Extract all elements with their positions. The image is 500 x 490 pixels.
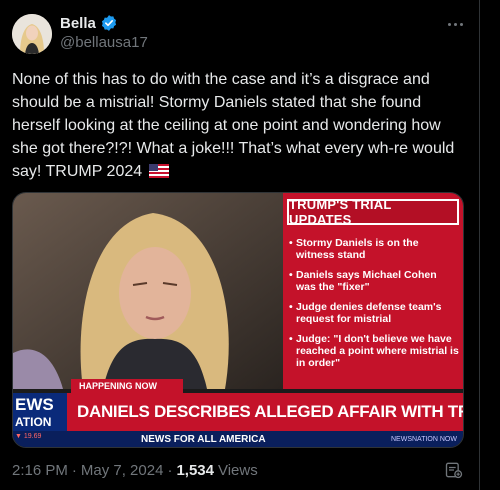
meta-separator: · [167,462,173,479]
update-item: Judge: "I don't believe we have reached … [289,333,459,369]
network-logo-bottom: ATION [15,415,52,429]
update-item: Judge denies defense team's request for … [289,301,459,325]
us-flag-icon [148,164,169,178]
chyron-headline: DANIELS DESCRIBES ALLEGED AFFAIR WITH TR… [67,393,463,431]
panel-title: TRUMP'S TRIAL UPDATES [287,197,459,227]
post-text-body: None of this has to do with the case and… [12,71,455,180]
views-count: 1,534 [176,462,214,479]
ticker-text: NEWS FOR ALL AMERICA [141,434,266,445]
update-item: Stormy Daniels is on the witness stand [289,237,459,261]
more-options-icon[interactable] [442,14,468,34]
post-date[interactable]: May 7, 2024 [81,462,164,479]
ticker-stock: ▼ 19.69 [15,433,42,440]
trial-updates-panel: TRUMP'S TRIAL UPDATES Stormy Daniels is … [283,193,463,389]
ticker-site: NEWSNATION NOW [391,436,457,443]
avatar-image [12,14,52,54]
happening-now-label: HAPPENING NOW [71,379,183,393]
post-meta: 2:16 PM · May 7, 2024 · 1,534 Views [12,462,258,479]
network-logo-top: EWS [15,395,54,414]
handle[interactable]: @bellausa17 [60,34,148,51]
updates-list: Stormy Daniels is on the witness stand D… [289,237,459,377]
views-label: Views [217,462,258,479]
avatar[interactable] [12,14,52,54]
verified-badge-icon[interactable] [100,14,118,32]
post-time[interactable]: 2:16 PM [12,462,68,479]
post-analytics-icon[interactable] [444,460,464,480]
update-item: Daniels says Michael Cohen was the "fixe… [289,269,459,293]
news-ticker: ▼ 19.69 NEWS FOR ALL AMERICA NEWSNATION … [13,431,463,447]
display-name[interactable]: Bella [60,15,96,32]
tweet: Bella @bellausa17 None of this has to do… [0,0,480,490]
news-photo [13,193,283,389]
post-text: None of this has to do with the case and… [12,68,468,183]
post-media[interactable]: TRUMP'S TRIAL UPDATES Stormy Daniels is … [12,192,464,448]
meta-separator: · [71,462,77,479]
network-logo: EWS ATION [13,393,67,431]
